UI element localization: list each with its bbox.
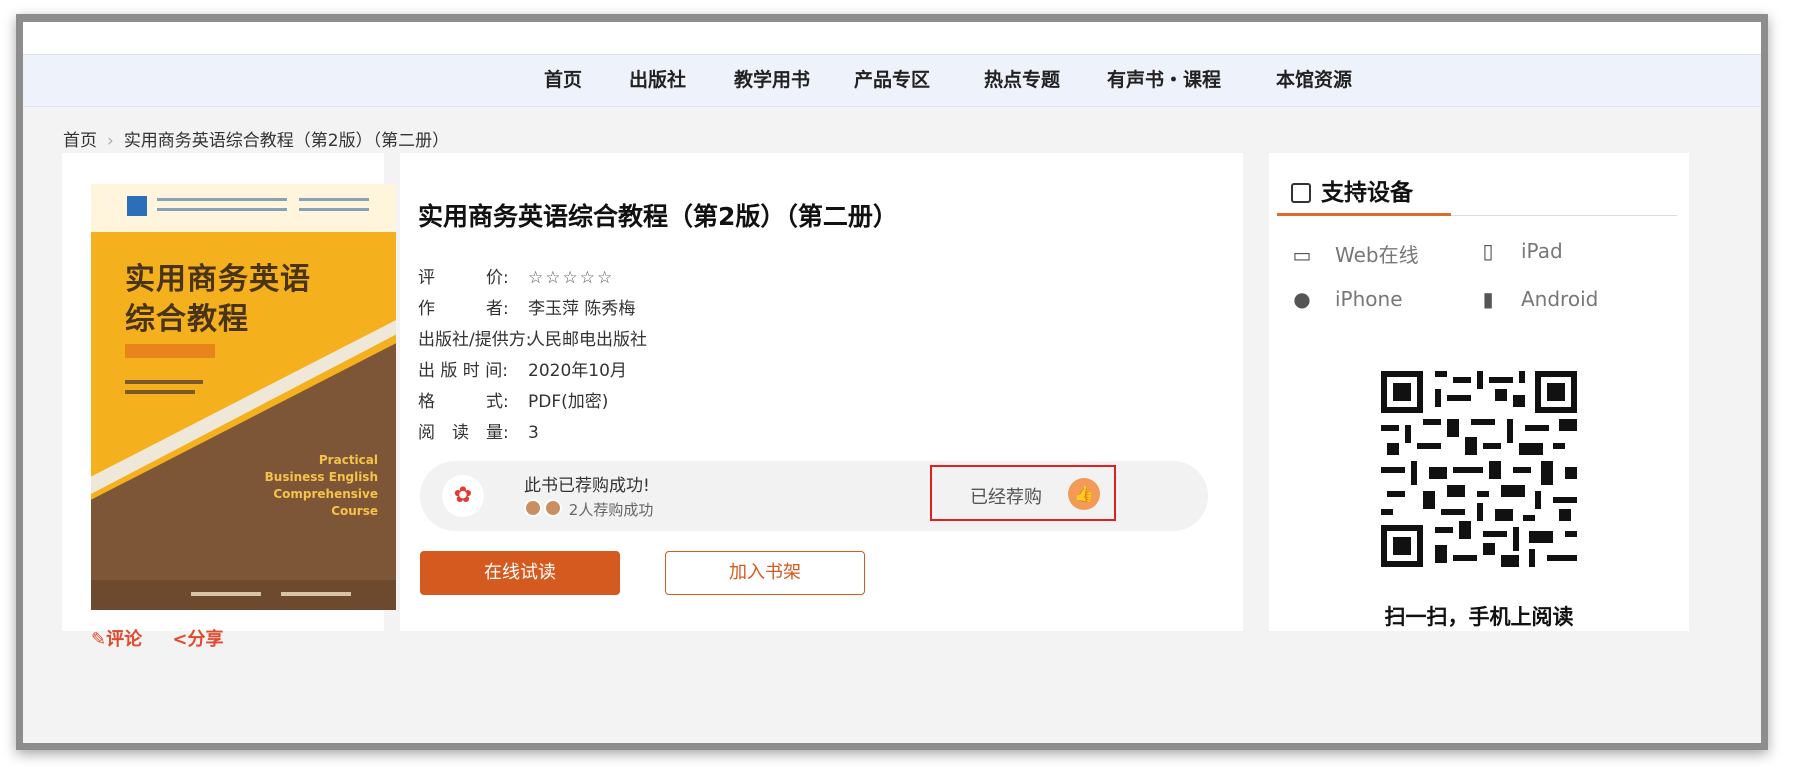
tablet-icon: ▯ [1482, 239, 1494, 263]
date-row: 出 版 时 间: 2020年10月 [418, 356, 627, 381]
format-value: PDF(加密) [528, 392, 609, 412]
browser-frame: 首页 出版社 教学用书 产品专区 热点专题 有声书・课程 本馆资源 首页 › 实用商… [16, 14, 1768, 750]
monitor-icon: ▭ [1292, 243, 1312, 267]
cover-title: 实用商务英语 综合教程 [125, 262, 311, 337]
cover-header [91, 184, 396, 232]
nav-item-audiobooks[interactable]: 有声书・课程 [1107, 55, 1221, 106]
rating-row: 评 价: ☆☆☆☆☆ [418, 263, 614, 288]
comment-button[interactable]: ✎评论 [91, 629, 142, 650]
book-cover[interactable]: 实用商务英语 综合教程 Practical Business English C… [91, 184, 396, 610]
format-label: 格 式: [418, 392, 509, 412]
breadcrumb-current: 实用商务英语综合教程（第2版）（第二册） [123, 131, 450, 151]
qr-code [1381, 371, 1577, 567]
reads-value: 3 [528, 423, 539, 443]
qr-caption: 扫一扫，手机上阅读 [1384, 605, 1574, 629]
breadcrumb-home[interactable]: 首页 [63, 131, 97, 151]
cover-footer [91, 580, 396, 610]
recommend-count: 2人荐购成功 [524, 499, 653, 520]
format-row: 格 式: PDF(加密) [418, 387, 608, 412]
share-icon: < [172, 629, 188, 650]
recommend-message: 此书已荐购成功! [524, 476, 650, 496]
device-iphone: ● iPhone [1291, 287, 1402, 311]
cover-panel: 实用商务英语 综合教程 Practical Business English C… [62, 153, 396, 650]
share-button[interactable]: <分享 [172, 629, 223, 650]
cover-english-title: Practical Business English Comprehensive… [264, 453, 378, 518]
breadcrumb-separator-icon: › [107, 131, 114, 151]
book-title: 实用商务英语综合教程（第2版）（第二册） [418, 202, 898, 231]
rating-stars[interactable]: ☆☆☆☆☆ [528, 268, 614, 288]
publisher-logo-icon [127, 196, 147, 216]
edit-icon: ✎ [91, 629, 107, 650]
nav-item-home[interactable]: 首页 [544, 55, 582, 106]
gift-icon: ✿ [442, 475, 484, 517]
nav-item-textbooks[interactable]: 教学用书 [734, 55, 810, 106]
publisher-row: 出版社/提供方:人民邮电出版社 [418, 325, 647, 350]
reads-label: 阅 读 量: [418, 423, 509, 443]
rating-label: 评 价: [418, 268, 509, 288]
nav-item-products[interactable]: 产品专区 [854, 55, 930, 106]
add-to-shelf-button[interactable]: 加入书架 [665, 551, 865, 595]
device-icon [1291, 183, 1311, 203]
author-value: 李玉萍 陈秀梅 [528, 299, 636, 319]
avatar-icon [524, 499, 542, 517]
breadcrumb: 首页 › 实用商务英语综合教程（第2版）（第二册） [63, 126, 449, 151]
book-detail-panel: 实用商务英语综合教程（第2版）（第二册） 评 价: ☆☆☆☆☆ 作 者: 李玉萍 陈… [400, 153, 1243, 631]
device-support-panel: 支持设备 ▭ Web在线 ▯ iPad ● iPhone ▮ Android 扫… [1269, 153, 1689, 631]
nav-item-library-resources[interactable]: 本馆资源 [1276, 55, 1352, 106]
nav-item-hot-topics[interactable]: 热点专题 [984, 55, 1060, 106]
cover-actions: ✎评论 <分享 [91, 625, 247, 651]
author-row: 作 者: 李玉萍 陈秀梅 [418, 294, 635, 319]
reads-row: 阅 读 量: 3 [418, 418, 539, 443]
publisher-label: 出版社/提供方: [418, 330, 532, 350]
support-title: 支持设备 [1291, 173, 1413, 207]
recommend-status-box: ✿ 此书已荐购成功! 2人荐购成功 已经荐购 👍 [420, 461, 1208, 531]
thumbs-up-icon: 👍 [1068, 478, 1100, 510]
author-label: 作 者: [418, 299, 509, 319]
nav-item-publishers[interactable]: 出版社 [629, 55, 686, 106]
publisher-value: 人民邮电出版社 [528, 330, 647, 350]
read-online-button[interactable]: 在线试读 [420, 551, 620, 595]
device-ipad: ▯ iPad [1477, 239, 1562, 263]
top-strip [23, 22, 1761, 54]
main-nav: 首页 出版社 教学用书 产品专区 热点专题 有声书・课程 本馆资源 [23, 54, 1761, 107]
device-android: ▮ Android [1477, 287, 1598, 311]
apple-icon: ● [1293, 287, 1311, 311]
cover-edition-tag [125, 344, 215, 358]
android-icon: ▮ [1482, 287, 1494, 311]
already-recommended-button[interactable]: 已经荐购 👍 [930, 465, 1116, 521]
device-web: ▭ Web在线 [1292, 243, 1419, 267]
date-value: 2020年10月 [528, 361, 627, 381]
date-label: 出 版 时 间: [418, 361, 508, 381]
avatar-icon [544, 499, 562, 517]
